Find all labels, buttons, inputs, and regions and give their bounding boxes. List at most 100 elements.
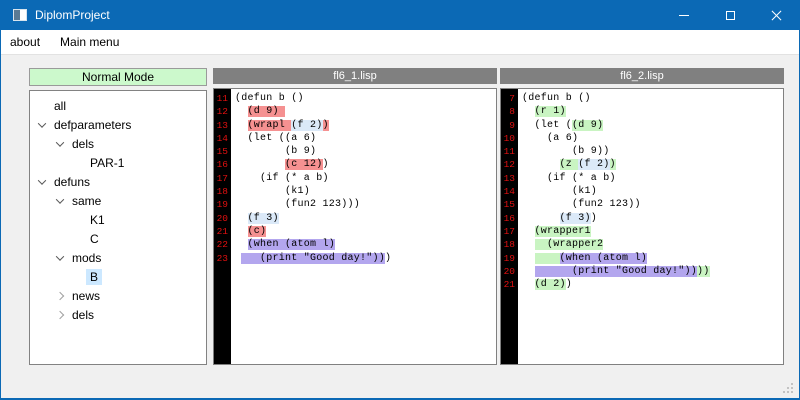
code-text: (b 9) <box>231 145 316 158</box>
code-segment: (z <box>560 159 579 170</box>
code-panel-file1[interactable]: 11(defun b ()12 (d 9) 13 (wrapl (f 2))14… <box>213 88 497 365</box>
code-segment <box>522 239 535 250</box>
line-number: 19 <box>214 198 231 211</box>
code-segment <box>522 159 560 170</box>
code-segment: ) <box>610 159 616 170</box>
code-segment: (wrapper1 <box>535 226 591 237</box>
line-number: 22 <box>214 238 231 251</box>
tree-item-b[interactable]: B <box>30 267 206 286</box>
line-number: 15 <box>214 145 231 158</box>
code-segment <box>522 226 535 237</box>
tree-item-defparameters[interactable]: defparameters <box>30 115 206 134</box>
chevron-down-icon[interactable] <box>52 141 68 147</box>
chevron-right-icon[interactable] <box>52 293 68 299</box>
tree-item-same[interactable]: same <box>30 191 206 210</box>
chevron-down-icon[interactable] <box>34 179 50 185</box>
tree-item-news[interactable]: news <box>30 286 206 305</box>
code-segment: (let ((a 6) <box>235 133 316 144</box>
code-text: (defun b () <box>518 92 591 105</box>
menu-item-main-menu[interactable]: Main menu <box>50 35 129 49</box>
code-line: 14 (k1) <box>501 185 783 198</box>
tree-item-mods[interactable]: mods <box>30 248 206 267</box>
chevron-down-icon[interactable] <box>52 198 68 204</box>
code-line: 8 (r 1) <box>501 105 783 118</box>
code-segment: (fun2 123)) <box>522 199 641 210</box>
code-segment: (defun b () <box>235 93 304 104</box>
title-bar: DiplomProject <box>1 0 799 30</box>
code-segment: (defun b () <box>522 93 591 104</box>
code-text: (wrapper1 <box>518 225 591 238</box>
line-number: 13 <box>214 119 231 132</box>
code-text: (when (atom l) <box>231 238 335 251</box>
line-number: 23 <box>214 252 231 265</box>
tree-item-k1[interactable]: K1 <box>30 210 206 229</box>
chevron-down-icon[interactable] <box>34 122 50 128</box>
normal-mode-button[interactable]: Normal Mode <box>29 68 207 86</box>
code-segment: (when (atom l) <box>248 239 336 250</box>
code-segment <box>522 106 535 117</box>
code-text: (wrapl (f 2)) <box>231 119 329 132</box>
close-button[interactable] <box>753 0 799 30</box>
tree-item-label: all <box>50 98 70 114</box>
code-text: (c 12)) <box>231 158 329 171</box>
line-number: 21 <box>214 225 231 238</box>
code-line: 18 (wrapper2 <box>501 238 783 251</box>
code-line: 11 (b 9)) <box>501 145 783 158</box>
menu-item-about[interactable]: about <box>1 35 50 49</box>
code-text: (let ((d 9) <box>518 119 603 132</box>
code-segment: ) <box>566 279 572 290</box>
chevron-down-icon[interactable] <box>52 255 68 261</box>
code-text: (if (* a b) <box>231 172 329 185</box>
line-number: 12 <box>214 105 231 118</box>
tree-item-label: defparameters <box>50 117 135 133</box>
maximize-icon <box>726 11 735 20</box>
tree-item-dels[interactable]: dels <box>30 134 206 153</box>
code-line: 21 (d 2)) <box>501 278 783 291</box>
line-number: 20 <box>214 212 231 225</box>
code-line: 13 (if (* a b) <box>501 172 783 185</box>
code-text: (f 3)) <box>518 212 597 225</box>
maximize-button[interactable] <box>707 0 753 30</box>
code-line: 12 (z (f 2)) <box>501 158 783 171</box>
chevron-right-icon[interactable] <box>52 312 68 318</box>
tree-item-dels[interactable]: dels <box>30 305 206 324</box>
code-segment: (a 6) <box>522 133 578 144</box>
code-segment: (f 3) <box>248 213 279 224</box>
code-text: (wrapper2 <box>518 238 603 251</box>
code-segment <box>522 213 560 224</box>
resize-grip[interactable] <box>791 391 793 393</box>
code-text: (k1) <box>231 185 310 198</box>
tree-item-par-1[interactable]: PAR-1 <box>30 153 206 172</box>
tree-item-label: B <box>86 269 102 285</box>
line-number: 11 <box>501 145 518 158</box>
code-segment <box>522 279 535 290</box>
code-segment <box>235 159 285 170</box>
line-number: 14 <box>501 185 518 198</box>
tree-item-all[interactable]: all <box>30 96 206 115</box>
code-segment: (if (* a b) <box>522 173 616 184</box>
tree-item-label: K1 <box>86 212 109 228</box>
chevron-glyph <box>56 291 64 299</box>
panel-header-file1: fl6_1.lisp <box>213 68 497 84</box>
code-segment: (k1) <box>522 186 597 197</box>
line-number: 10 <box>501 132 518 145</box>
chevron-glyph <box>56 195 64 203</box>
minimize-button[interactable] <box>661 0 707 30</box>
code-line: 15 (b 9) <box>214 145 496 158</box>
code-lines: 11(defun b ()12 (d 9) 13 (wrapl (f 2))14… <box>214 92 496 265</box>
line-number: 14 <box>214 132 231 145</box>
code-line: 23 (print "Good day!"))) <box>214 252 496 265</box>
tree-view[interactable]: alldefparametersdelsPAR-1defunssameK1Cmo… <box>29 90 207 365</box>
minimize-icon <box>679 15 689 16</box>
tree-item-c[interactable]: C <box>30 229 206 248</box>
tree-item-defuns[interactable]: defuns <box>30 172 206 191</box>
code-panel-file2[interactable]: 7(defun b ()8 (r 1)9 (let ((d 9)10 (a 6)… <box>500 88 784 365</box>
close-icon <box>771 10 782 21</box>
code-text: (let ((a 6) <box>231 132 316 145</box>
code-line: 17 (wrapper1 <box>501 225 783 238</box>
code-segment: (fun2 123))) <box>235 199 360 210</box>
tree-item-label: dels <box>68 307 98 323</box>
code-segment: (b 9)) <box>522 146 610 157</box>
tree-item-label: defuns <box>50 174 94 190</box>
tree-item-label: C <box>86 231 103 247</box>
